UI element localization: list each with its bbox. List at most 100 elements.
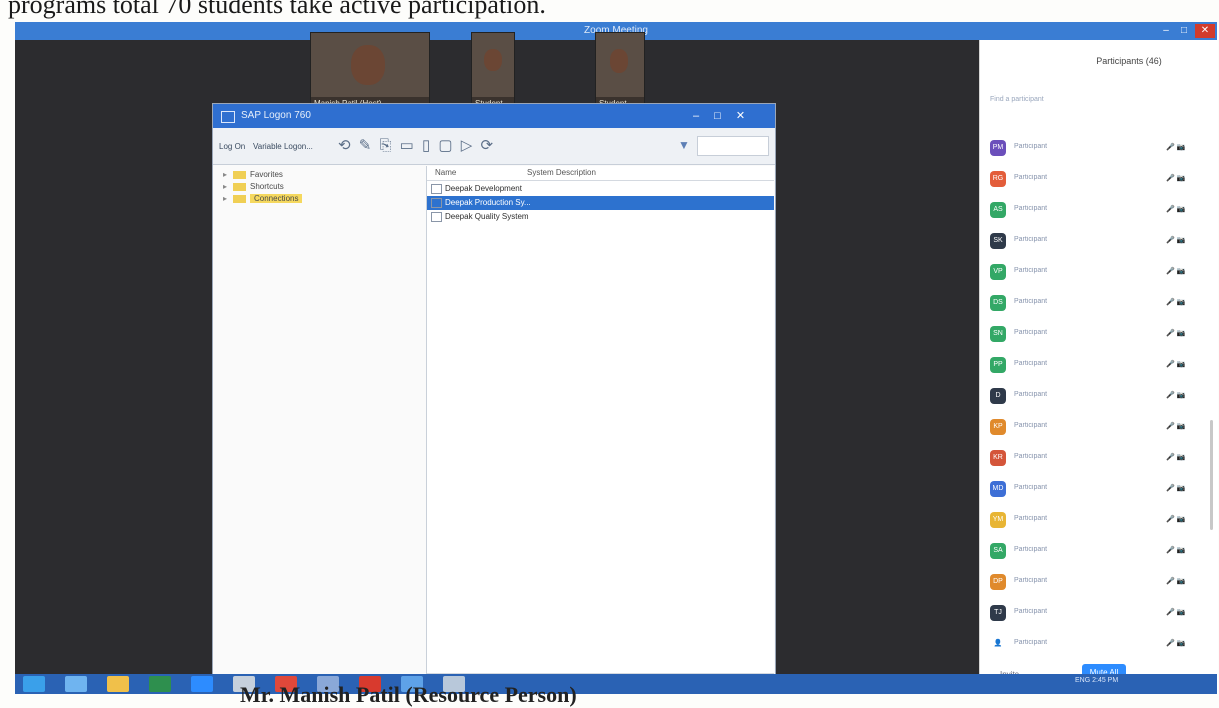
participant-status-icons[interactable]: 🎤 📷 — [1166, 143, 1206, 151]
expand-icon[interactable]: ▸ — [223, 182, 233, 191]
avatar: VP — [990, 264, 1006, 280]
participant-row[interactable]: TJ Participant 🎤 📷 — [988, 605, 1210, 621]
list-item[interactable]: Deepak Development — [427, 182, 774, 196]
expand-icon[interactable]: ▸ — [223, 194, 233, 203]
participant-row[interactable]: PP Participant 🎤 📷 — [988, 357, 1210, 373]
participant-status-icons[interactable]: 🎤 📷 — [1166, 329, 1206, 337]
sap-window-icon — [221, 111, 235, 123]
participant-status-icons[interactable]: 🎤 📷 — [1166, 174, 1206, 182]
participant-row[interactable]: VP Participant 🎤 📷 — [988, 264, 1210, 280]
sap-title-bar: SAP Logon 760 – □ ✕ — [213, 104, 775, 128]
tree-item-connections[interactable]: ▸ Connections — [223, 194, 403, 205]
participant-status-icons[interactable]: 🎤 📷 — [1166, 422, 1206, 430]
participant-name: Participant — [1014, 577, 1048, 584]
participant-status-icons[interactable]: 🎤 📷 — [1166, 360, 1206, 368]
participant-row[interactable]: D Participant 🎤 📷 — [988, 388, 1210, 404]
tree-item-favorites[interactable]: ▸ Favorites — [223, 170, 403, 181]
participant-row[interactable]: DP Participant 🎤 📷 — [988, 574, 1210, 590]
participant-row[interactable]: DS Participant 🎤 📷 — [988, 295, 1210, 311]
folder-icon — [233, 182, 246, 191]
participant-status-icons[interactable]: 🎤 📷 — [1166, 391, 1206, 399]
sap-logon-window: SAP Logon 760 – □ ✕ Log On Variable Logo… — [212, 103, 776, 690]
participant-status-icons[interactable]: 🎤 📷 — [1166, 267, 1206, 275]
participant-status-icons[interactable]: 🎤 📷 — [1166, 546, 1206, 554]
tree-item-shortcuts[interactable]: ▸ Shortcuts — [223, 182, 403, 193]
log-on-button[interactable]: Log On — [219, 142, 245, 151]
participant-status-icons[interactable]: 🎤 📷 — [1166, 298, 1206, 306]
participant-face — [610, 49, 628, 73]
start-taskbar-icon[interactable] — [23, 676, 45, 692]
connection-list: Name System Description Deepak Developme… — [426, 166, 774, 686]
participant-face — [351, 45, 385, 85]
expand-icon[interactable]: ▸ — [223, 170, 233, 179]
top-caption: programs total 70 students take active p… — [8, 0, 546, 19]
participant-name: Participant — [1014, 608, 1048, 615]
participant-name: Participant — [1014, 360, 1048, 367]
participant-status-icons[interactable]: 🎤 📷 — [1166, 236, 1206, 244]
participant-status-icons[interactable]: 🎤 📷 — [1166, 484, 1206, 492]
video-thumbnail-host[interactable]: Manish Patil (Host) — [310, 32, 430, 112]
participant-row[interactable]: 👤 Participant 🎤 📷 — [988, 636, 1210, 652]
participant-row[interactable]: SN Participant 🎤 📷 — [988, 326, 1210, 342]
column-header-name[interactable]: Name — [435, 168, 456, 177]
participant-row[interactable]: SA Participant 🎤 📷 — [988, 543, 1210, 559]
participant-row[interactable]: MD Participant 🎤 📷 — [988, 481, 1210, 497]
participants-panel: Participants (46) Find a participant PM P… — [979, 40, 1218, 694]
ie-taskbar-icon[interactable] — [65, 676, 87, 692]
list-header: Name System Description — [427, 166, 774, 181]
minimize-button[interactable]: – — [1157, 24, 1175, 38]
avatar: TJ — [990, 605, 1006, 621]
participants-scrollbar[interactable] — [1210, 420, 1213, 530]
connection-tree: ▸ Favorites ▸ Shortcuts ▸ Connections — [223, 170, 403, 206]
avatar: DS — [990, 295, 1006, 311]
folder-icon — [233, 194, 246, 203]
participant-name: Participant — [1014, 143, 1048, 150]
participant-row[interactable]: RG Participant 🎤 📷 — [988, 171, 1210, 187]
participant-name: Participant — [1014, 515, 1048, 522]
participant-face — [484, 49, 502, 71]
avatar: MD — [990, 481, 1006, 497]
participant-row[interactable]: PM Participant 🎤 📷 — [988, 140, 1210, 156]
participant-row[interactable]: KR Participant 🎤 📷 — [988, 450, 1210, 466]
participant-row[interactable]: SK Participant 🎤 📷 — [988, 233, 1210, 249]
zoom-taskbar-icon[interactable] — [191, 676, 213, 692]
participant-name: Participant — [1014, 329, 1048, 336]
variable-logon-button[interactable]: Variable Logon... — [253, 142, 313, 151]
participant-name: Participant — [1014, 174, 1048, 181]
sap-window-controls[interactable]: – □ ✕ — [693, 104, 773, 128]
explorer-taskbar-icon[interactable] — [107, 676, 129, 692]
list-item[interactable]: Deepak Production Sy... — [427, 196, 774, 210]
participant-status-icons[interactable]: 🎤 📷 — [1166, 515, 1206, 523]
avatar: SN — [990, 326, 1006, 342]
participant-status-icons[interactable]: 🎤 📷 — [1166, 608, 1206, 616]
outlook-taskbar-icon[interactable] — [149, 676, 171, 692]
participant-name: Participant — [1014, 298, 1048, 305]
participant-status-icons[interactable]: 🎤 📷 — [1166, 205, 1206, 213]
video-thumbnail-participant[interactable]: Student — [595, 32, 645, 112]
participant-name: Participant — [1014, 453, 1048, 460]
sap-toolbar: Log On Variable Logon... ⟲ ✎ ⎘ ▭ ▯ ▢ ▷ ⟳… — [213, 128, 775, 165]
participant-status-icons[interactable]: 🎤 📷 — [1166, 453, 1206, 461]
avatar: 👤 — [990, 636, 1006, 652]
video-thumbnail-participant[interactable]: Student — [471, 32, 515, 112]
participant-name: Participant — [1014, 422, 1048, 429]
avatar: D — [990, 388, 1006, 404]
system-tray: ENG 2:45 PM — [1075, 677, 1119, 684]
participant-search[interactable]: Find a participant — [990, 96, 1210, 103]
maximize-button[interactable]: □ — [1175, 24, 1193, 38]
list-item[interactable]: Deepak Quality System — [427, 210, 774, 224]
participant-status-icons[interactable]: 🎤 📷 — [1166, 639, 1206, 647]
bottom-caption: Mr. Manish Patil (Resource Person) — [240, 682, 577, 707]
connection-icon — [431, 197, 442, 208]
participant-status-icons[interactable]: 🎤 📷 — [1166, 577, 1206, 585]
participants-title: Participants (46) — [1096, 56, 1162, 66]
participant-row[interactable]: KP Participant 🎤 📷 — [988, 419, 1210, 435]
participant-row[interactable]: AS Participant 🎤 📷 — [988, 202, 1210, 218]
participant-name: Participant — [1014, 639, 1048, 646]
column-header-description[interactable]: System Description — [527, 168, 596, 177]
filter-icon[interactable]: ▼ — [678, 138, 694, 152]
participant-row[interactable]: YM Participant 🎤 📷 — [988, 512, 1210, 528]
search-input[interactable] — [697, 136, 769, 156]
toolbar-icons[interactable]: ⟲ ✎ ⎘ ▭ ▯ ▢ ▷ ⟳ — [338, 136, 498, 156]
close-button[interactable]: ✕ — [1195, 24, 1215, 38]
